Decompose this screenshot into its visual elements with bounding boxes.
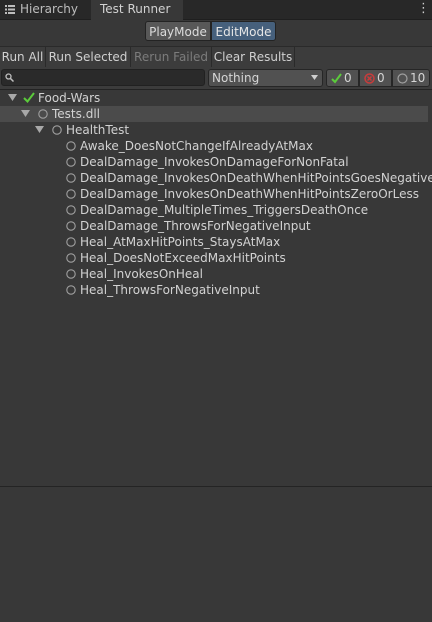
tree-item-label: DealDamage_MultipleTimes_TriggersDeathOn… [80,203,369,217]
empty-circle-icon [66,285,76,295]
tree-item-label: Heal_InvokesOnHeal [80,267,203,281]
tab-hierarchy-label: Hierarchy [20,2,79,16]
tab-test-runner[interactable]: Test Runner [91,0,183,20]
tree-item-test[interactable]: DealDamage_InvokesOnDeathWhenHitPointsZe… [0,186,432,202]
filter-toolbar: Nothing 0 0 10 [0,67,432,90]
tree-item-test[interactable]: DealDamage_InvokesOnDeathWhenHitPointsGo… [0,170,432,186]
tree-item-label: DealDamage_InvokesOnDamageForNonFatal [80,155,349,169]
tree-item-label: HealthTest [66,123,130,137]
tree-item-label: DealDamage_ThrowsForNegativeInput [80,219,311,233]
chevron-down-icon [311,75,318,80]
empty-circle-icon [66,189,76,199]
mode-toggle: PlayMode EditMode [0,19,432,44]
empty-circle-icon [66,237,76,247]
test-runner-window: Hierarchy Test Runner ⋮ PlayMode EditMod… [0,0,432,622]
tab-test-runner-label: Test Runner [100,2,171,16]
editmode-button[interactable]: EditMode [211,21,276,41]
empty-circle-icon [66,221,76,231]
triangle-down-icon[interactable] [35,126,44,133]
not-run-filter-toggle[interactable]: 10 [392,69,430,87]
tab-hierarchy[interactable]: Hierarchy [0,0,90,19]
empty-circle-icon [66,269,76,279]
tree-item-test[interactable]: DealDamage_InvokesOnDamageForNonFatal [0,154,432,170]
not-run-count: 10 [410,71,426,85]
tree-item-assembly[interactable]: Tests.dll [0,106,428,122]
tree-item-label: DealDamage_InvokesOnDeathWhenHitPointsZe… [80,187,419,201]
fail-circle-icon [364,73,375,84]
test-tree: Food-Wars Tests.dll HealthTest Awake_Doe… [0,89,432,484]
failed-filter-toggle[interactable]: 0 [359,69,392,87]
tree-item-test[interactable]: Heal_DoesNotExceedMaxHitPoints [0,250,432,266]
test-details-pane [0,487,432,622]
clear-results-button[interactable]: Clear Results [212,47,295,68]
empty-circle-icon [52,125,62,135]
empty-circle-icon [66,205,76,215]
tree-item-label: DealDamage_InvokesOnDeathWhenHitPointsGo… [80,171,432,185]
empty-circle-icon [66,173,76,183]
run-all-button[interactable]: Run All [0,47,46,68]
category-dropdown-value: Nothing [212,71,260,85]
tree-item-test[interactable]: Awake_DoesNotChangeIfAlreadyAtMax [0,138,432,154]
run-selected-button[interactable]: Run Selected [46,47,131,68]
check-icon [23,92,35,103]
tree-item-root[interactable]: Food-Wars [0,90,432,106]
empty-circle-icon [66,141,76,151]
tree-item-label: Tests.dll [52,107,100,121]
tree-item-label: Awake_DoesNotChangeIfAlreadyAtMax [80,139,313,153]
tree-item-label: Heal_DoesNotExceedMaxHitPoints [80,251,286,265]
tab-bar: Hierarchy Test Runner ⋮ [0,0,432,20]
list-icon [5,5,15,14]
tree-item-test[interactable]: DealDamage_ThrowsForNegativeInput [0,218,432,234]
category-dropdown[interactable]: Nothing [208,69,323,87]
tree-item-label: Heal_ThrowsForNegativeInput [80,283,260,297]
passed-count: 0 [344,71,352,85]
search-input[interactable] [16,70,202,85]
tree-item-test[interactable]: DealDamage_MultipleTimes_TriggersDeathOn… [0,202,432,218]
tree-item-label: Heal_AtMaxHitPoints_StaysAtMax [80,235,281,249]
kebab-menu-icon[interactable]: ⋮ [417,1,430,17]
rerun-failed-button[interactable]: Rerun Failed [131,47,212,68]
empty-circle-icon [66,253,76,263]
tree-item-fixture[interactable]: HealthTest [0,122,432,138]
action-toolbar: Run All Run Selected Rerun Failed Clear … [0,46,432,69]
tree-item-label: Food-Wars [38,91,101,105]
search-field[interactable] [1,69,205,86]
playmode-button[interactable]: PlayMode [145,21,211,41]
empty-circle-icon [397,73,408,84]
check-icon [331,73,342,84]
passed-filter-toggle[interactable]: 0 [326,69,359,87]
triangle-down-icon[interactable] [8,94,17,101]
search-icon [5,73,14,82]
tree-item-test[interactable]: Heal_ThrowsForNegativeInput [0,282,432,298]
tree-item-test[interactable]: Heal_InvokesOnHeal [0,266,432,282]
failed-count: 0 [377,71,385,85]
triangle-down-icon[interactable] [21,110,30,117]
tree-item-test[interactable]: Heal_AtMaxHitPoints_StaysAtMax [0,234,432,250]
empty-circle-icon [66,157,76,167]
empty-circle-icon [38,109,48,119]
